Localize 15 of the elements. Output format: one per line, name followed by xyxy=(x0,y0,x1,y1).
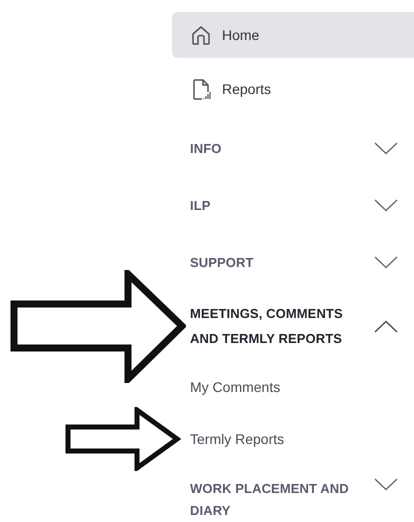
section-header[interactable]: ILP xyxy=(172,177,414,234)
nav-subitem[interactable]: My Comments xyxy=(172,361,414,413)
section-header[interactable]: MEETINGS, COMMENTS AND TERMLY REPORTS xyxy=(172,291,414,361)
chevron-down-icon xyxy=(374,256,398,269)
nav-link[interactable]: Reports xyxy=(172,58,414,120)
nav-link[interactable]: Home xyxy=(172,12,414,58)
section-header[interactable]: WORK PLACEMENT AND DIARY xyxy=(172,465,414,522)
home-icon xyxy=(190,24,212,46)
chevron-down-icon xyxy=(374,478,398,491)
chevron-down-icon xyxy=(374,142,398,155)
nav-subitem[interactable]: Termly Reports xyxy=(172,413,414,465)
chevron-down-icon xyxy=(374,199,398,212)
chevron-up-icon xyxy=(374,320,398,332)
section-header[interactable]: SUPPORT xyxy=(172,234,414,291)
section-header[interactable]: INFO xyxy=(172,120,414,177)
